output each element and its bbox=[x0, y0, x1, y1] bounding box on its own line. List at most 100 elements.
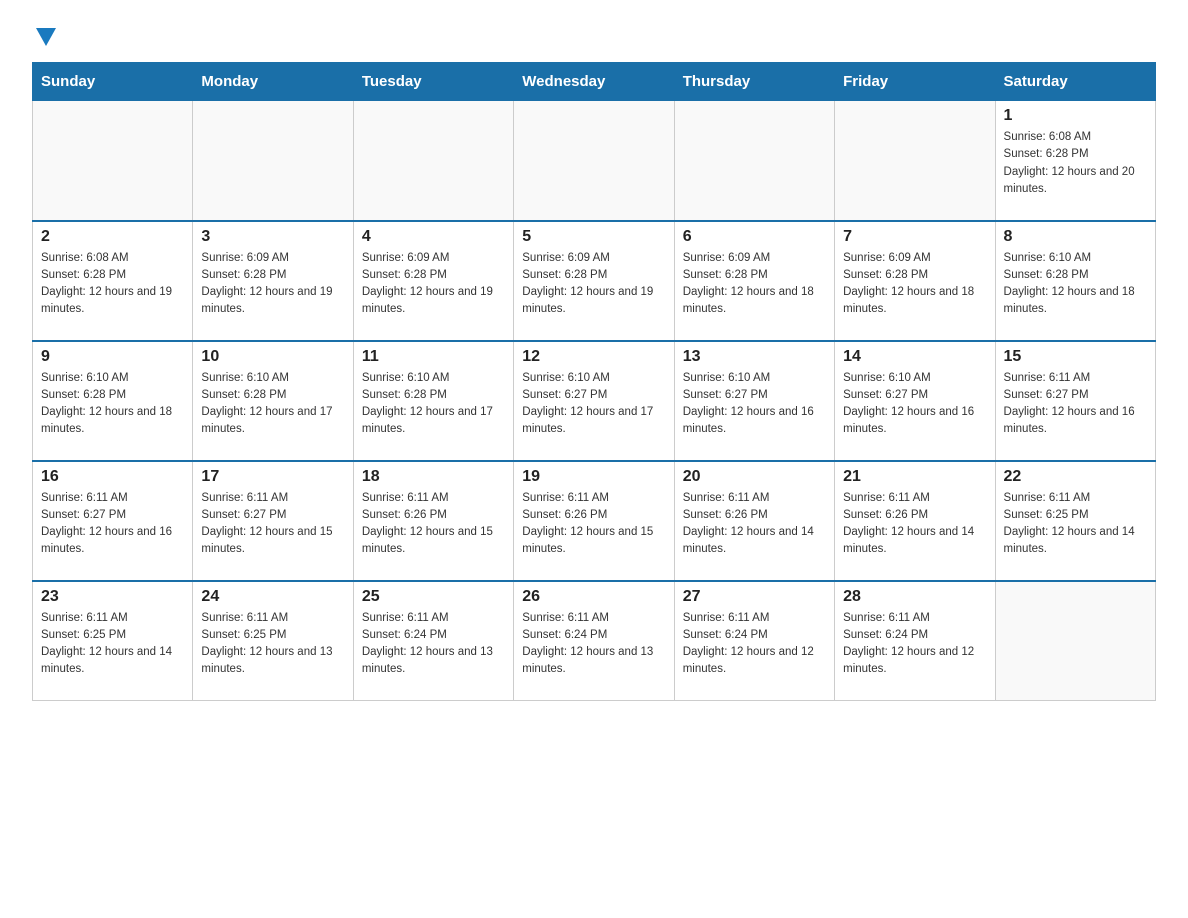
day-info: Sunrise: 6:09 AMSunset: 6:28 PMDaylight:… bbox=[201, 250, 344, 319]
calendar-cell: 10Sunrise: 6:10 AMSunset: 6:28 PMDayligh… bbox=[193, 341, 353, 461]
day-number: 6 bbox=[683, 228, 826, 246]
day-number: 4 bbox=[362, 228, 505, 246]
day-info: Sunrise: 6:09 AMSunset: 6:28 PMDaylight:… bbox=[522, 250, 665, 319]
day-number: 2 bbox=[41, 228, 184, 246]
calendar-cell: 27 Sunrise: 6:11 AMSunset: 6:24 PMDayligh… bbox=[674, 581, 834, 701]
day-number: 16 bbox=[41, 468, 184, 486]
day-number: 28 bbox=[843, 588, 986, 606]
day-info: Sunrise: 6:11 AMSunset: 6:27 PMDaylight:… bbox=[41, 490, 184, 559]
calendar-cell: 26 Sunrise: 6:11 AMSunset: 6:24 PMDayligh… bbox=[514, 581, 674, 701]
calendar-table: SundayMondayTuesdayWednesdayThursdayFrid… bbox=[32, 62, 1156, 701]
day-number: 24 bbox=[201, 588, 344, 606]
calendar-cell: 13 Sunrise: 6:10 AMSunset: 6:27 PMDayligh… bbox=[674, 341, 834, 461]
logo-triangle-icon bbox=[36, 28, 56, 46]
day-number: 22 bbox=[1004, 468, 1147, 486]
day-info: Sunrise: 6:11 AMSunset: 6:24 PMDaylight:… bbox=[522, 610, 665, 679]
day-info: Sunrise: 6:10 AMSunset: 6:27 PMDaylight:… bbox=[683, 370, 826, 439]
day-info: Sunrise: 6:09 AMSunset: 6:28 PMDaylight:… bbox=[362, 250, 505, 319]
calendar-cell: 2 Sunrise: 6:08 AMSunset: 6:28 PMDaylight… bbox=[33, 221, 193, 341]
calendar-header-sunday: Sunday bbox=[33, 63, 193, 101]
day-number: 12 bbox=[522, 348, 665, 366]
week-row-3: 9 Sunrise: 6:10 AMSunset: 6:28 PMDaylight… bbox=[33, 341, 1156, 461]
calendar-cell: 4 Sunrise: 6:09 AMSunset: 6:28 PMDaylight… bbox=[353, 221, 513, 341]
day-number: 15 bbox=[1004, 348, 1147, 366]
day-number: 19 bbox=[522, 468, 665, 486]
calendar-cell: 12 Sunrise: 6:10 AMSunset: 6:27 PMDayligh… bbox=[514, 341, 674, 461]
day-info: Sunrise: 6:10 AMSunset: 6:27 PMDaylight:… bbox=[522, 370, 665, 439]
day-info: Sunrise: 6:10 AMSunset: 6:28 PMDaylight:… bbox=[201, 370, 344, 439]
day-info: Sunrise: 6:11 AMSunset: 6:27 PMDaylight:… bbox=[201, 490, 344, 559]
calendar-header-wednesday: Wednesday bbox=[514, 63, 674, 101]
day-number: 3 bbox=[201, 228, 344, 246]
calendar-cell: 16 Sunrise: 6:11 AMSunset: 6:27 PMDayligh… bbox=[33, 461, 193, 581]
day-number: 11 bbox=[362, 348, 505, 366]
day-info: Sunrise: 6:10 AMSunset: 6:28 PMDaylight:… bbox=[41, 370, 184, 439]
calendar-header-monday: Monday bbox=[193, 63, 353, 101]
calendar-cell bbox=[674, 101, 834, 221]
page-header bbox=[32, 24, 1156, 46]
calendar-cell: 8 Sunrise: 6:10 AMSunset: 6:28 PMDaylight… bbox=[995, 221, 1155, 341]
day-info: Sunrise: 6:11 AMSunset: 6:26 PMDaylight:… bbox=[362, 490, 505, 559]
calendar-header-row: SundayMondayTuesdayWednesdayThursdayFrid… bbox=[33, 63, 1156, 101]
day-info: Sunrise: 6:11 AMSunset: 6:26 PMDaylight:… bbox=[683, 490, 826, 559]
day-info: Sunrise: 6:10 AMSunset: 6:27 PMDaylight:… bbox=[843, 370, 986, 439]
calendar-cell: 5 Sunrise: 6:09 AMSunset: 6:28 PMDaylight… bbox=[514, 221, 674, 341]
calendar-cell: 18 Sunrise: 6:11 AMSunset: 6:26 PMDayligh… bbox=[353, 461, 513, 581]
week-row-2: 2 Sunrise: 6:08 AMSunset: 6:28 PMDaylight… bbox=[33, 221, 1156, 341]
week-row-1: 1 Sunrise: 6:08 AMSunset: 6:28 PMDaylight… bbox=[33, 101, 1156, 221]
calendar-cell bbox=[995, 581, 1155, 701]
calendar-cell: 6 Sunrise: 6:09 AMSunset: 6:28 PMDaylight… bbox=[674, 221, 834, 341]
calendar-cell: 19 Sunrise: 6:11 AMSunset: 6:26 PMDayligh… bbox=[514, 461, 674, 581]
day-info: Sunrise: 6:08 AMSunset: 6:28 PMDaylight:… bbox=[1004, 129, 1147, 198]
calendar-cell: 9 Sunrise: 6:10 AMSunset: 6:28 PMDaylight… bbox=[33, 341, 193, 461]
day-number: 13 bbox=[683, 348, 826, 366]
day-number: 14 bbox=[843, 348, 986, 366]
week-row-5: 23 Sunrise: 6:11 AMSunset: 6:25 PMDayligh… bbox=[33, 581, 1156, 701]
day-info: Sunrise: 6:11 AMSunset: 6:27 PMDaylight:… bbox=[1004, 370, 1147, 439]
calendar-cell: 24 Sunrise: 6:11 AMSunset: 6:25 PMDayligh… bbox=[193, 581, 353, 701]
day-number: 26 bbox=[522, 588, 665, 606]
calendar-cell bbox=[835, 101, 995, 221]
calendar-cell: 1 Sunrise: 6:08 AMSunset: 6:28 PMDaylight… bbox=[995, 101, 1155, 221]
day-number: 25 bbox=[362, 588, 505, 606]
day-number: 27 bbox=[683, 588, 826, 606]
day-number: 20 bbox=[683, 468, 826, 486]
calendar-cell bbox=[193, 101, 353, 221]
day-info: Sunrise: 6:11 AMSunset: 6:24 PMDaylight:… bbox=[683, 610, 826, 679]
week-row-4: 16 Sunrise: 6:11 AMSunset: 6:27 PMDayligh… bbox=[33, 461, 1156, 581]
calendar-cell bbox=[33, 101, 193, 221]
day-number: 7 bbox=[843, 228, 986, 246]
day-info: Sunrise: 6:09 AMSunset: 6:28 PMDaylight:… bbox=[683, 250, 826, 319]
day-number: 18 bbox=[362, 468, 505, 486]
day-info: Sunrise: 6:10 AMSunset: 6:28 PMDaylight:… bbox=[362, 370, 505, 439]
calendar-cell: 14 Sunrise: 6:10 AMSunset: 6:27 PMDayligh… bbox=[835, 341, 995, 461]
day-number: 17 bbox=[201, 468, 344, 486]
calendar-cell: 21Sunrise: 6:11 AMSunset: 6:26 PMDayligh… bbox=[835, 461, 995, 581]
calendar-cell: 22 Sunrise: 6:11 AMSunset: 6:25 PMDayligh… bbox=[995, 461, 1155, 581]
day-number: 21 bbox=[843, 468, 986, 486]
calendar-cell: 11 Sunrise: 6:10 AMSunset: 6:28 PMDayligh… bbox=[353, 341, 513, 461]
day-info: Sunrise: 6:11 AMSunset: 6:26 PMDaylight:… bbox=[522, 490, 665, 559]
day-info: Sunrise: 6:11 AMSunset: 6:24 PMDaylight:… bbox=[843, 610, 986, 679]
day-info: Sunrise: 6:08 AMSunset: 6:28 PMDaylight:… bbox=[41, 250, 184, 319]
calendar-cell: 17 Sunrise: 6:11 AMSunset: 6:27 PMDayligh… bbox=[193, 461, 353, 581]
day-number: 23 bbox=[41, 588, 184, 606]
day-info: Sunrise: 6:10 AMSunset: 6:28 PMDaylight:… bbox=[1004, 250, 1147, 319]
calendar-cell: 3 Sunrise: 6:09 AMSunset: 6:28 PMDaylight… bbox=[193, 221, 353, 341]
calendar-cell: 23Sunrise: 6:11 AMSunset: 6:25 PMDayligh… bbox=[33, 581, 193, 701]
calendar-header-friday: Friday bbox=[835, 63, 995, 101]
day-info: Sunrise: 6:11 AMSunset: 6:25 PMDaylight:… bbox=[201, 610, 344, 679]
day-number: 5 bbox=[522, 228, 665, 246]
day-number: 8 bbox=[1004, 228, 1147, 246]
day-info: Sunrise: 6:11 AMSunset: 6:24 PMDaylight:… bbox=[362, 610, 505, 679]
logo bbox=[32, 24, 60, 46]
calendar-cell: 20 Sunrise: 6:11 AMSunset: 6:26 PMDayligh… bbox=[674, 461, 834, 581]
calendar-header-thursday: Thursday bbox=[674, 63, 834, 101]
calendar-cell bbox=[353, 101, 513, 221]
calendar-cell: 25 Sunrise: 6:11 AMSunset: 6:24 PMDayligh… bbox=[353, 581, 513, 701]
day-info: Sunrise: 6:09 AMSunset: 6:28 PMDaylight:… bbox=[843, 250, 986, 319]
calendar-cell bbox=[514, 101, 674, 221]
day-number: 1 bbox=[1004, 107, 1147, 125]
day-info: Sunrise: 6:11 AMSunset: 6:25 PMDaylight:… bbox=[1004, 490, 1147, 559]
day-number: 9 bbox=[41, 348, 184, 366]
